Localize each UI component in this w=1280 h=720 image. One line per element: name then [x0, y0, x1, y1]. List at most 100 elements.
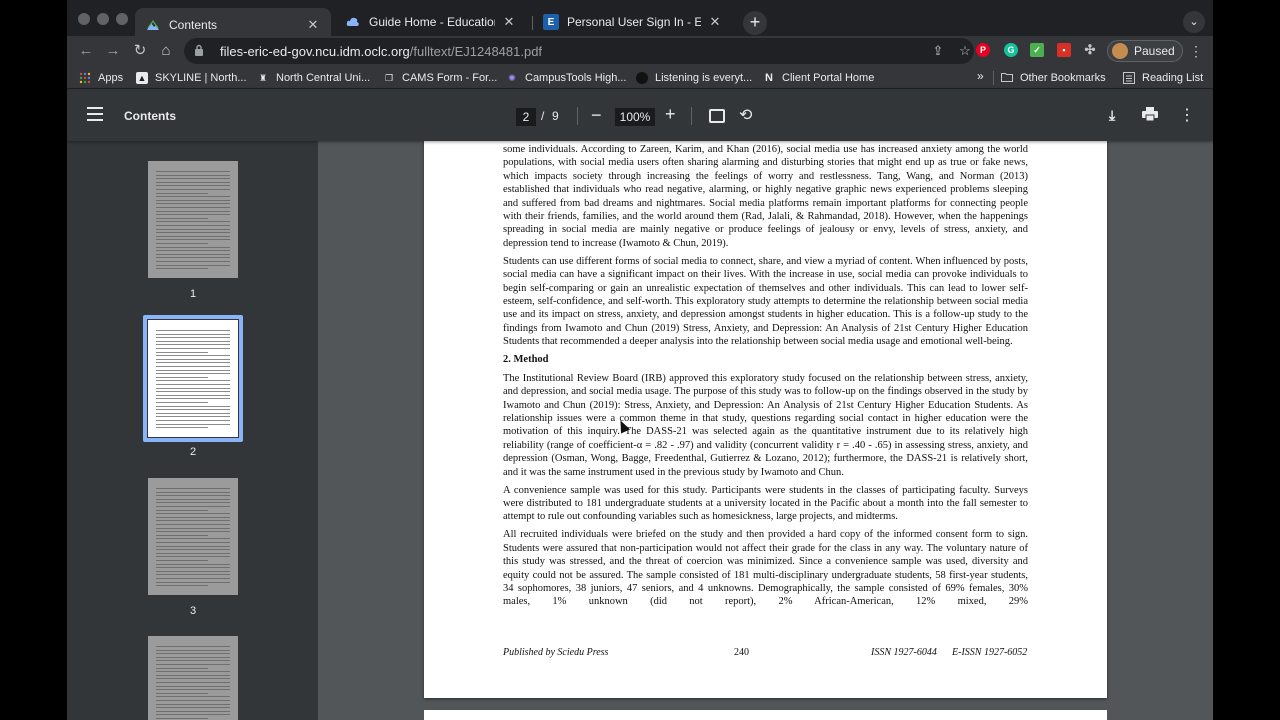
thumbnail-text-line	[156, 689, 230, 691]
thumbnail-text-line	[156, 333, 230, 335]
back-arrow-icon[interactable]: ←	[75, 40, 97, 62]
extension-red-icon[interactable]: ▪	[1057, 43, 1071, 57]
zoom-level-input[interactable]: 100%	[615, 108, 655, 126]
close-tab-icon[interactable]: ✕	[501, 14, 517, 30]
rotate-icon[interactable]: ⟲	[739, 105, 752, 125]
tab-search-button[interactable]: ⌄	[1183, 11, 1205, 33]
apps-grid-icon	[79, 72, 91, 84]
hamburger-menu-icon[interactable]	[87, 107, 103, 121]
address-bar[interactable]: files-eric-ed-gov.ncu.idm.oclc.org/fullt…	[184, 38, 974, 64]
ebsco-e-icon: E	[543, 14, 559, 30]
share-icon[interactable]: ⇪	[929, 43, 947, 59]
thumbnail-text-line	[156, 696, 230, 698]
thumbnail-text-line	[156, 171, 230, 172]
tab-libguides[interactable]: Guide Home - Education - LibGuides ✕	[335, 8, 527, 36]
close-tab-icon[interactable]: ✕	[707, 14, 723, 30]
thumbnail-text-line	[156, 718, 208, 719]
thumbnail-text-line	[156, 376, 208, 378]
bookmark-other[interactable]: Other Bookmarks	[1001, 70, 1106, 86]
thumbnail-text-line	[156, 348, 230, 349]
kebab-menu-icon[interactable]: ⋮	[1187, 40, 1205, 62]
thumbnail-text-line	[156, 656, 230, 658]
thumbnail-text-line	[156, 498, 230, 500]
bookmark-apps[interactable]: Apps	[79, 70, 123, 86]
more-options-icon[interactable]: ⋮	[1179, 105, 1195, 125]
pinterest-extension-icon[interactable]: P	[976, 43, 990, 57]
page-thumbnail-selected[interactable]	[148, 320, 238, 437]
paragraph: Students can use different forms of soci…	[503, 255, 1028, 348]
bookmark-listening[interactable]: Listening is everyt...	[636, 70, 752, 86]
thumbnail-label: 1	[189, 288, 197, 300]
thumbnail-text-line	[156, 682, 230, 683]
thumbnail-text-line	[156, 199, 230, 201]
thumbnail-text-line	[156, 660, 230, 662]
bookmark-client-portal[interactable]: N Client Portal Home	[763, 70, 874, 86]
thumbnail-text-line	[156, 391, 230, 393]
thumbnail-text-line	[156, 552, 230, 554]
thumbnail-label: 3	[189, 605, 197, 617]
url-host: files-eric-ed-gov.ncu.idm.oclc.org	[220, 43, 410, 59]
thumbnail-text-line	[156, 340, 230, 342]
thumbnail-text-line	[156, 707, 230, 709]
paragraph: All recruited individuals were briefed o…	[503, 529, 1028, 608]
thumbnail-text-line	[156, 221, 230, 223]
bookmark-north-central[interactable]: ♜ North Central Uni...	[257, 70, 370, 86]
paragraph: A convenience sample was used for this s…	[503, 484, 1028, 523]
page-number-input[interactable]: 2	[516, 108, 536, 126]
toolbar-divider	[691, 107, 692, 125]
page-thumbnail[interactable]	[148, 161, 238, 278]
thumbnail-text-line	[156, 567, 230, 569]
bookmark-label: Listening is everyt...	[655, 72, 753, 84]
bookmark-cams-form[interactable]: ❐ CAMS Form - For...	[383, 70, 497, 86]
extension-green-icon[interactable]: ✓	[1030, 43, 1044, 57]
thumbnail-text-line	[156, 369, 230, 371]
close-tab-icon[interactable]: ✕	[305, 17, 321, 33]
thumbnail-text-line	[156, 542, 230, 543]
tab-ebsco[interactable]: E Personal User Sign In - EBSCO ✕	[533, 8, 733, 36]
thumbnail-text-line	[156, 531, 230, 533]
bookmark-label: North Central Uni...	[276, 72, 371, 84]
paragraph: some individuals. According to Zareen, K…	[503, 144, 1028, 249]
document-title: Contents	[124, 109, 176, 123]
thumbnail-text-line	[156, 570, 230, 572]
star-bookmark-icon[interactable]: ☆	[956, 43, 974, 59]
minimize-window-button[interactable]	[97, 13, 109, 25]
footer-issn: ISSN 1927-6044	[871, 647, 937, 658]
bookmarks-overflow-button[interactable]: »	[977, 69, 984, 83]
thumbnail-text-line	[156, 185, 230, 187]
thumbnail-text-line	[156, 232, 230, 234]
pdf-viewer[interactable]: some individuals. According to Zareen, K…	[318, 141, 1213, 720]
reading-list-icon	[1123, 72, 1135, 84]
thumbnail-text-line	[156, 384, 230, 385]
new-tab-button[interactable]: +	[743, 11, 767, 35]
bookmark-campustools[interactable]: ✺ CampusTools High...	[506, 70, 626, 86]
puzzle-extensions-icon[interactable]: ✣	[1083, 43, 1097, 57]
thumbnail-text-line	[156, 250, 230, 252]
home-icon[interactable]: ⌂	[155, 40, 177, 62]
zoom-window-button[interactable]	[116, 13, 128, 25]
profile-button[interactable]: Paused	[1107, 40, 1183, 62]
thumbnail-text-line	[156, 578, 230, 579]
thumbnail-text-line	[156, 516, 230, 518]
thumbnail-text-line	[156, 207, 230, 208]
zoom-in-icon[interactable]: +	[665, 104, 676, 125]
thumbnail-text-line	[156, 398, 230, 400]
download-icon[interactable]: ⤓	[1109, 107, 1115, 124]
grammarly-extension-icon[interactable]: G	[1004, 43, 1018, 57]
print-icon[interactable]	[1142, 107, 1158, 122]
reload-icon[interactable]: ↻	[129, 40, 151, 62]
thumbnail-text-line	[156, 344, 230, 346]
thumbnail-text-line	[156, 264, 230, 266]
forward-arrow-icon[interactable]: →	[102, 40, 124, 62]
page-total: 9	[552, 109, 559, 123]
thumbnail-text-line	[156, 563, 230, 565]
page-thumbnail[interactable]	[148, 478, 238, 595]
bookmark-reading-list[interactable]: Reading List	[1123, 70, 1203, 86]
fit-page-icon[interactable]	[709, 109, 725, 123]
thumbnail-text-line	[156, 538, 230, 540]
bookmark-skyline[interactable]: ▲ SKYLINE | North...	[136, 70, 247, 86]
zoom-out-icon[interactable]: −	[591, 105, 602, 126]
cloud-icon	[345, 14, 361, 30]
close-window-button[interactable]	[78, 13, 90, 25]
page-thumbnail[interactable]	[148, 636, 238, 720]
